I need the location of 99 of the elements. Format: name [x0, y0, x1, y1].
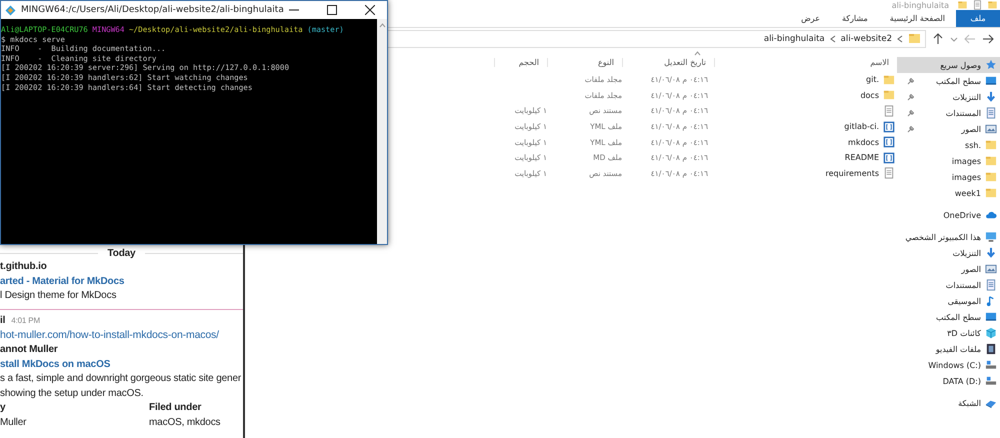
column-header[interactable]: تاريخ التعديل — [622, 58, 714, 66]
sender-name: il — [0, 314, 6, 326]
download-icon — [985, 91, 997, 103]
nav-item[interactable]: التنزيلات — [897, 245, 1000, 261]
preview-title: annot Muller — [0, 344, 58, 355]
preview-text: s a fast, simple and downright gorgeous static site gener — [0, 373, 242, 384]
file-name[interactable]: .git — [866, 75, 879, 84]
close-icon[interactable] — [365, 5, 375, 15]
file-name[interactable]: mkdocs — [848, 138, 879, 147]
folder-icon — [883, 74, 895, 86]
ribbon-tab[interactable]: ملف — [956, 10, 1000, 27]
column-header[interactable]: الحجم — [494, 58, 547, 66]
folder-icon — [985, 155, 997, 167]
film-icon — [985, 343, 997, 355]
column-header[interactable]: النوع — [547, 58, 622, 66]
column-header[interactable]: الاسم — [714, 58, 897, 66]
computer-icon — [985, 231, 997, 243]
field-text: Muller — [0, 416, 26, 430]
url-link[interactable]: hot-muller.com/how-to-install-mkdocs-on-macos/ — [0, 329, 219, 342]
nav-item[interactable]: المستندات — [897, 105, 1000, 121]
preview-link[interactable]: arted - Material for MkDocs — [0, 276, 124, 287]
drive-icon — [985, 375, 997, 387]
picture-icon — [985, 123, 997, 135]
preview-title: t.github.io — [0, 261, 47, 272]
nav-item[interactable]: images — [897, 169, 1000, 185]
nav-item[interactable]: الصور — [897, 121, 1000, 137]
maximize-icon[interactable] — [327, 5, 337, 15]
text-file-icon — [883, 104, 895, 117]
folder-icon — [985, 139, 997, 151]
scrollbar[interactable] — [377, 19, 387, 244]
ribbon-tab[interactable]: مشاركة — [830, 10, 879, 27]
field-text: macOS, mkdocs — [149, 416, 220, 430]
pin-icon[interactable] — [907, 110, 914, 116]
nav-item[interactable]: الصور — [897, 261, 1000, 277]
terminal-logo-icon — [5, 4, 16, 16]
code-file-icon — [883, 152, 895, 164]
file-name[interactable]: docs — [860, 90, 879, 100]
up-arrow-icon[interactable] — [932, 32, 944, 44]
nav-item[interactable]: سطح المكتب — [897, 73, 1000, 89]
chevron-icon[interactable] — [830, 34, 836, 42]
message-time: 4:01 PM — [11, 316, 40, 325]
pin-icon[interactable] — [907, 94, 914, 100]
document-icon — [985, 279, 997, 291]
ribbon-tab[interactable]: الصفحة الرئيسية — [878, 10, 956, 27]
folder-icon — [985, 171, 997, 183]
folder-icon[interactable] — [957, 0, 968, 10]
nav-item[interactable]: هذا الكمبيوتر الشخصي — [897, 229, 1000, 245]
chevron-icon[interactable] — [897, 34, 903, 42]
nav-item[interactable]: OneDrive — [897, 207, 1000, 223]
forward-arrow-icon[interactable] — [964, 32, 976, 44]
desktop-icon — [985, 311, 997, 323]
window-title: ali-binghulaita — [892, 2, 949, 10]
ribbon-tab[interactable]: عرض — [790, 10, 831, 27]
nav-item[interactable]: الشبكة — [897, 395, 1000, 411]
nav-item[interactable]: الموسيقى — [897, 293, 1000, 309]
nav-item[interactable]: ملفات الفيديو — [897, 341, 1000, 357]
drive-icon — [985, 359, 997, 371]
nav-item[interactable]: كائنات ٣D — [897, 325, 1000, 341]
nav-item[interactable]: سطح المكتب — [897, 309, 1000, 325]
cloud-icon — [985, 209, 997, 221]
download-icon — [985, 247, 997, 259]
folder-icon — [985, 187, 997, 199]
scroll-up-icon[interactable] — [378, 23, 386, 28]
picture-icon — [985, 263, 997, 275]
field-text: Filed under — [149, 401, 202, 416]
file-name[interactable]: requirements — [825, 168, 879, 178]
cube-icon — [985, 327, 997, 339]
code-file-icon — [883, 120, 895, 133]
nav-item[interactable]: وصول سريع — [897, 57, 1000, 73]
preview-text: l Design theme for MkDocs — [0, 290, 116, 302]
pin-icon[interactable] — [907, 126, 914, 132]
pin-icon[interactable] — [907, 78, 914, 84]
preview-text: showing the setup under macOS. — [0, 388, 144, 399]
nav-item[interactable]: DATA (D:) — [897, 373, 1000, 389]
star-icon — [985, 59, 997, 71]
document-icon — [985, 107, 997, 119]
nav-item[interactable]: المستندات — [897, 277, 1000, 293]
window-title: MINGW64:/c/Users/Ali/Desktop/ali-website2/ali-binghulaita — [21, 5, 284, 15]
file-name[interactable]: README — [844, 153, 879, 162]
folder-icon — [908, 32, 921, 45]
desktop-icon — [985, 75, 997, 87]
preview-link[interactable]: stall MkDocs on macOS — [0, 358, 110, 370]
breadcrumb[interactable]: ali-binghulaita — [764, 34, 825, 44]
text-file-icon[interactable] — [972, 0, 983, 10]
day-divider: Today — [108, 248, 136, 258]
nav-item[interactable]: التنزيلات — [897, 89, 1000, 105]
folder-icon — [883, 89, 895, 102]
back-arrow-icon[interactable] — [982, 32, 994, 44]
nav-item[interactable]: week1 — [897, 185, 1000, 201]
file-name[interactable]: .gitlab-ci — [844, 122, 879, 132]
breadcrumb[interactable]: ali-website2 — [840, 34, 892, 44]
nav-item[interactable]: Windows (C:) — [897, 357, 1000, 373]
nav-item[interactable]: images — [897, 153, 1000, 169]
text-file-icon — [883, 167, 895, 180]
sort-caret-icon — [694, 51, 701, 56]
folder-icon[interactable] — [987, 0, 998, 10]
field-text: y — [0, 401, 6, 416]
nav-item[interactable]: .ssh — [897, 137, 1000, 153]
code-file-icon — [883, 136, 895, 148]
